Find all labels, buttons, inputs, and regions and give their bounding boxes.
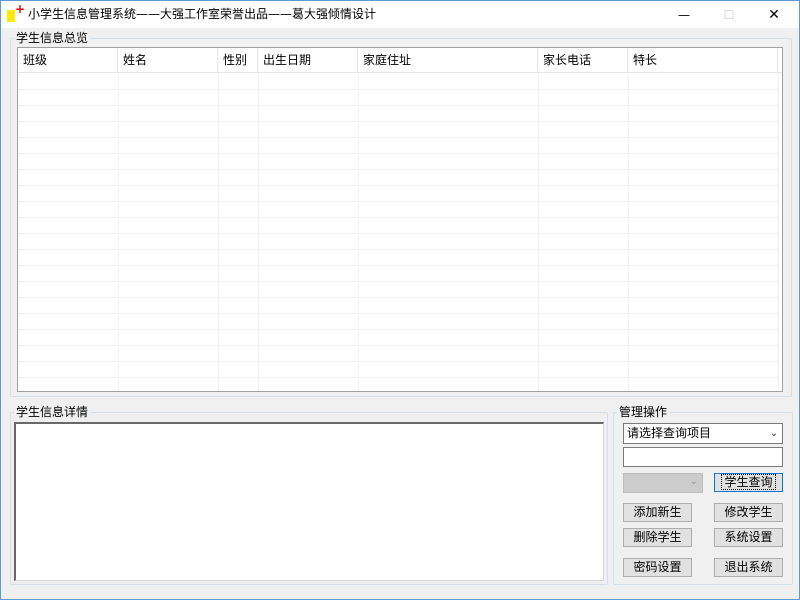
student-table[interactable]: 班级 姓名 性别 出生日期 家庭住址 家长电话 特长 <box>17 47 783 392</box>
window-title: 小学生信息管理系统——大强工作室荣誉出品——葛大强倾情设计 <box>28 7 377 21</box>
delete-student-button[interactable]: 删除学生 <box>623 528 692 547</box>
student-detail-legend: 学生信息详情 <box>16 405 89 419</box>
column-header-gender[interactable]: 性别 <box>218 48 258 73</box>
exit-system-button[interactable]: 退出系统 <box>714 558 783 577</box>
minimize-icon: — <box>678 7 690 22</box>
student-overview-legend: 学生信息总览 <box>16 31 89 45</box>
query-field-selected: 请选择查询项目 <box>627 426 712 440</box>
chevron-down-icon: ⌄ <box>689 476 698 487</box>
close-icon: ✕ <box>768 6 780 23</box>
column-header-name[interactable]: 姓名 <box>118 48 218 73</box>
table-header: 班级 姓名 性别 出生日期 家庭住址 家长电话 特长 <box>18 48 782 73</box>
query-value-select: ⌄ <box>623 473 703 493</box>
column-header-class[interactable]: 班级 <box>18 48 118 73</box>
maximize-button: ☐ <box>706 1 752 28</box>
chevron-down-icon: ⌄ <box>769 428 778 439</box>
system-settings-button[interactable]: 系统设置 <box>714 528 783 547</box>
edit-student-button[interactable]: 修改学生 <box>714 503 783 522</box>
main-window: + 小学生信息管理系统——大强工作室荣誉出品——葛大强倾情设计 — ☐ ✕ 学生… <box>0 0 800 600</box>
column-header-parent-phone[interactable]: 家长电话 <box>538 48 628 73</box>
student-detail-textarea[interactable] <box>14 422 604 581</box>
app-icon: + <box>7 3 25 22</box>
password-settings-button[interactable]: 密码设置 <box>623 558 692 577</box>
query-student-button[interactable]: 学生查询 <box>714 473 783 492</box>
column-header-birthdate[interactable]: 出生日期 <box>258 48 358 73</box>
maximize-icon: ☐ <box>723 7 735 22</box>
query-field-select[interactable]: 请选择查询项目 ⌄ <box>623 423 783 444</box>
query-student-label: 学生查询 <box>721 474 776 490</box>
close-button[interactable]: ✕ <box>751 1 797 28</box>
minimize-button[interactable]: — <box>661 1 707 28</box>
title-bar[interactable]: + 小学生信息管理系统——大强工作室荣誉出品——葛大强倾情设计 — ☐ ✕ <box>1 1 799 28</box>
add-student-button[interactable]: 添加新生 <box>623 503 692 522</box>
query-input[interactable] <box>623 447 783 467</box>
management-legend: 管理操作 <box>619 405 668 419</box>
column-header-specialty[interactable]: 特长 <box>628 48 778 73</box>
column-header-address[interactable]: 家庭住址 <box>358 48 538 73</box>
